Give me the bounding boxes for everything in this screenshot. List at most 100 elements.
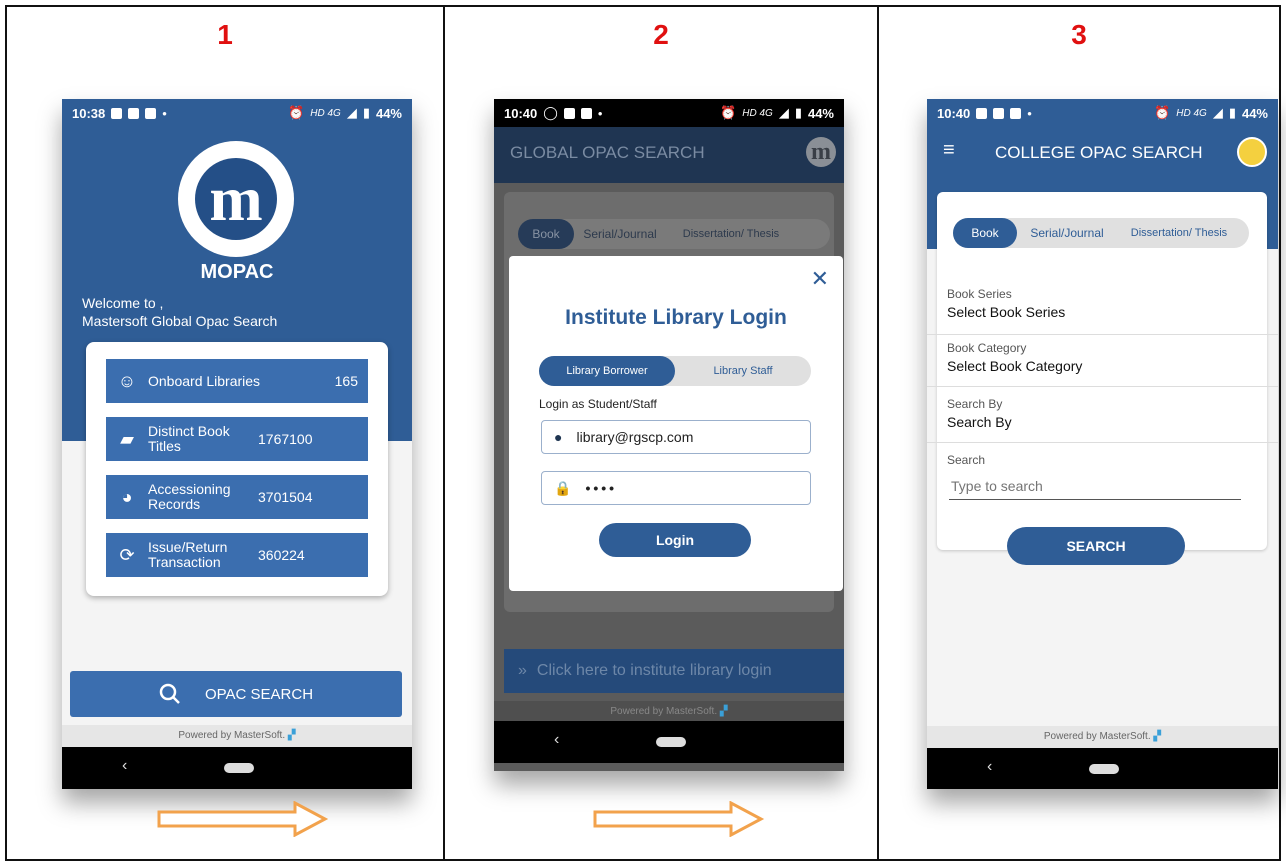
library-borrower-option[interactable]: Library Borrower <box>539 356 675 386</box>
stats-card: ☺ Onboard Libraries 165 ▰ Distinct Book … <box>86 342 388 596</box>
battery-level: 44% <box>375 105 402 121</box>
alarm-icon: ⏰ <box>288 105 305 120</box>
app-name: MOPAC <box>200 261 274 283</box>
book-category-field[interactable]: Book Category Select Book Category <box>927 341 1278 387</box>
login-as-label: Login as Student/Staff <box>539 397 657 411</box>
mastersoft-logo-icon: ▞ <box>287 730 296 741</box>
notification-icon <box>580 107 592 119</box>
stat-label: Issue/Return Transaction <box>148 539 228 570</box>
search-button[interactable]: SEARCH <box>1007 527 1185 565</box>
book-series-field[interactable]: Book Series Select Book Series <box>927 287 1278 335</box>
user-icon: ● <box>554 429 563 445</box>
notification-icon <box>128 107 140 119</box>
hamburger-menu-icon[interactable]: ≡ <box>943 139 955 162</box>
status-bar: 10:40 ◯ • ⏰ HD 4G ◢ ▮ 44% <box>494 99 844 127</box>
powered-by-text: Powered by MasterSoft. <box>610 706 718 717</box>
field-value: Select Book Category <box>947 358 1083 374</box>
tab-dissertation-thesis[interactable]: Dissertation/ Thesis <box>666 219 796 249</box>
network-label: HD 4G <box>310 107 341 119</box>
stat-accessioning-records[interactable]: ◕ Accessioning Records 3701504 <box>106 475 368 519</box>
password-field[interactable]: 🔒 •••• <box>541 471 811 505</box>
login-type-toggle: Library Borrower Library Staff <box>539 356 811 386</box>
field-label: Search By <box>947 397 1003 411</box>
search-input[interactable] <box>949 473 1241 500</box>
login-button[interactable]: Login <box>599 523 751 557</box>
home-pill-icon[interactable] <box>1089 764 1119 774</box>
college-logo-icon <box>1237 137 1267 167</box>
mopac-logo-icon[interactable]: m <box>806 137 836 167</box>
status-time: 10:40 <box>504 105 538 121</box>
refresh-icon: ⟳ <box>119 544 135 565</box>
dot-icon: • <box>1027 105 1032 121</box>
powered-by-text: Powered by MasterSoft. <box>178 730 286 741</box>
back-icon[interactable]: ‹ <box>122 757 127 775</box>
notification-icon <box>145 107 157 119</box>
search-button-label: SEARCH <box>1066 538 1126 554</box>
stat-label: Onboard Libraries <box>148 372 261 389</box>
network-label: HD 4G <box>742 107 773 119</box>
modal-title: Institute Library Login <box>565 306 787 329</box>
tab-book[interactable]: Book <box>953 218 1017 248</box>
type-tabs: Book Serial/Journal Dissertation/ Thesis <box>518 219 830 249</box>
powered-by-footer: Powered by MasterSoft. ▞ <box>494 701 844 723</box>
tab-book[interactable]: Book <box>518 219 574 249</box>
opac-search-button[interactable]: OPAC SEARCH <box>70 671 402 717</box>
stat-distinct-book-titles[interactable]: ▰ Distinct Book Titles 1767100 <box>106 417 368 461</box>
welcome-line-2: Mastersoft Global Opac Search <box>82 313 278 329</box>
android-nav-bar: ‹ <box>62 747 412 789</box>
notification-icon <box>993 107 1005 119</box>
notification-icon <box>976 107 988 119</box>
tab-serial-journal[interactable]: Serial/Journal <box>1017 218 1117 248</box>
signal-icon: ◢ <box>1212 105 1223 120</box>
library-staff-option[interactable]: Library Staff <box>675 356 811 386</box>
home-pill-icon[interactable] <box>656 737 686 747</box>
stat-value: 165 <box>334 373 358 389</box>
step-number: 1 <box>217 19 233 50</box>
stat-onboard-libraries[interactable]: ☺ Onboard Libraries 165 <box>106 359 368 403</box>
institute-login-link[interactable]: » Click here to institute library login <box>504 649 844 693</box>
back-icon[interactable]: ‹ <box>554 731 559 749</box>
field-label: Book Category <box>947 341 1027 355</box>
dot-icon: • <box>597 105 603 121</box>
opac-search-label: OPAC SEARCH <box>204 685 314 703</box>
field-value: Search By <box>947 414 1012 430</box>
battery-icon: ▮ <box>362 105 370 120</box>
search-label: Search <box>947 453 986 467</box>
battery-icon: ▮ <box>794 105 802 120</box>
search-by-field[interactable]: Search By Search By <box>927 397 1278 443</box>
battery-level: 44% <box>1241 105 1268 121</box>
book-icon: ▰ <box>120 428 134 449</box>
search-icon <box>159 683 180 704</box>
mopac-logo-icon: m <box>178 141 294 257</box>
next-step-arrow-icon <box>593 801 765 837</box>
tab-serial-journal[interactable]: Serial/Journal <box>574 219 666 249</box>
stat-label: Accessioning Records <box>148 481 231 512</box>
notification-icon <box>563 107 575 119</box>
field-value: Select Book Series <box>947 304 1066 320</box>
back-icon[interactable]: ‹ <box>987 758 992 776</box>
institute-login-label: Click here to institute library login <box>536 662 772 679</box>
close-icon[interactable]: ✕ <box>811 266 829 292</box>
app-title: GLOBAL OPAC SEARCH <box>510 143 705 162</box>
tab-dissertation-thesis[interactable]: Dissertation/ Thesis <box>1117 218 1241 248</box>
signal-icon: ◢ <box>778 105 789 120</box>
phone-screen-2: 10:40 ◯ • ⏰ HD 4G ◢ ▮ 44% GLOBAL OPAC SEARCH m… <box>494 99 844 771</box>
battery-level: 44% <box>807 105 834 121</box>
step-panel-3: 3 10:40 • ⏰ HD 4G ◢ ▮ 44% ≡ COLLEGE OPAC SEAR… <box>877 5 1281 861</box>
android-nav-bar: ‹ <box>494 721 844 763</box>
phone-screen-1: 10:38 • ⏰ HD 4G ◢ ▮ 44% m MOPAC Welcome to , … <box>62 99 412 789</box>
home-pill-icon[interactable] <box>224 763 254 773</box>
stat-issue-return[interactable]: ⟳ Issue/Return Transaction 360224 <box>106 533 368 577</box>
network-label: HD 4G <box>1176 107 1207 119</box>
status-time: 10:38 <box>72 105 106 121</box>
type-tabs: Book Serial/Journal Dissertation/ Thesis <box>953 218 1249 248</box>
phone-screen-3: 10:40 • ⏰ HD 4G ◢ ▮ 44% ≡ COLLEGE OPAC SEARCH… <box>927 99 1278 789</box>
mastersoft-logo-icon: ▞ <box>719 706 728 717</box>
stat-value: 1767100 <box>258 431 313 447</box>
step-number: 2 <box>653 19 669 50</box>
step-number: 3 <box>1071 19 1087 50</box>
step-panel-1: 1 10:38 • ⏰ HD 4G ◢ ▮ 44% m MOPAC Welcome to … <box>5 5 445 861</box>
username-field[interactable]: ● library@rgscp.com <box>541 420 811 454</box>
field-label: Book Series <box>947 287 1012 301</box>
battery-icon: ▮ <box>1228 105 1236 120</box>
